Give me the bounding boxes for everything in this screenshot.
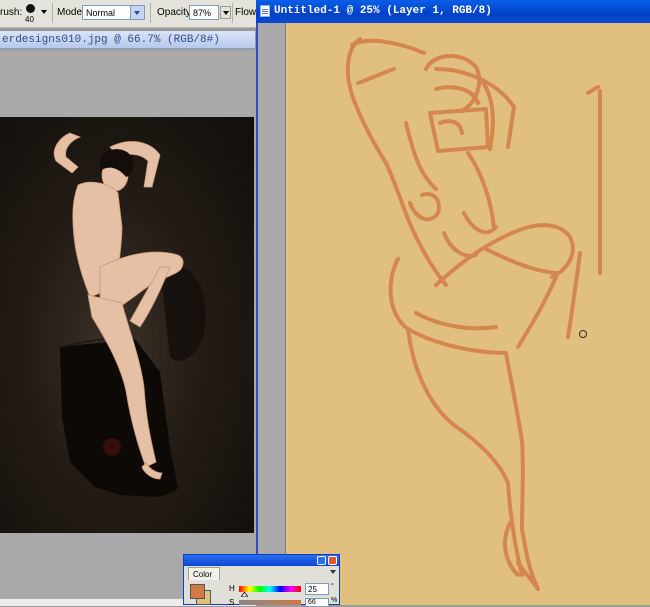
minimize-icon[interactable]	[317, 556, 326, 565]
separator	[150, 3, 151, 23]
right-document-title: Untitled-1 @ 25% (Layer 1, RGB/8)	[274, 5, 492, 17]
mode-select[interactable]: Normal	[82, 5, 145, 20]
close-icon[interactable]	[328, 556, 337, 565]
left-document-title-bar[interactable]: erdesigns010.jpg @ 66.7% (RGB/8#)	[0, 31, 255, 49]
saturation-unit: %	[331, 597, 338, 604]
sketch-drawing	[345, 37, 602, 591]
reference-photo-figure	[53, 132, 206, 497]
saturation-label: S	[229, 598, 235, 607]
brush-cursor-icon	[579, 330, 587, 338]
hue-value-input[interactable]: 25	[305, 583, 329, 595]
hue-value: 25	[308, 585, 317, 594]
hue-slider[interactable]	[239, 586, 301, 592]
opacity-input[interactable]: 87%	[189, 5, 219, 20]
separator	[52, 3, 53, 23]
brush-preset-icon[interactable]	[26, 4, 35, 13]
opacity-value: 87%	[193, 8, 212, 18]
opacity-slider-button[interactable]	[220, 6, 231, 19]
canvas-pasteboard	[258, 23, 286, 605]
dropdown-arrow-icon[interactable]	[41, 10, 47, 14]
hue-label: H	[229, 584, 235, 593]
saturation-value-input[interactable]: 66	[305, 598, 329, 607]
hue-slider-marker-icon[interactable]	[241, 592, 248, 597]
left-document-title: erdesigns010.jpg @ 66.7% (RGB/8#)	[2, 34, 220, 46]
mode-label: Mode:	[57, 7, 85, 18]
panel-menu-icon[interactable]	[329, 568, 338, 577]
saturation-slider[interactable]	[239, 600, 301, 605]
color-palette-title-bar[interactable]	[184, 555, 339, 566]
reference-photo[interactable]	[0, 117, 254, 533]
brush-size-value: 40	[25, 15, 34, 24]
mode-value: Normal	[86, 8, 116, 18]
foreground-color-swatch[interactable]	[190, 584, 205, 599]
chevron-down-icon[interactable]	[130, 6, 144, 19]
brush-label: rush:	[0, 7, 23, 18]
right-document-title-bar[interactable]: Untitled-1 @ 25% (Layer 1, RGB/8)	[256, 0, 650, 23]
hue-unit: °	[331, 583, 334, 590]
document-icon	[260, 5, 270, 17]
color-tab-label: Color	[193, 570, 213, 579]
separator	[232, 3, 233, 23]
tab-color[interactable]: Color	[188, 567, 220, 580]
